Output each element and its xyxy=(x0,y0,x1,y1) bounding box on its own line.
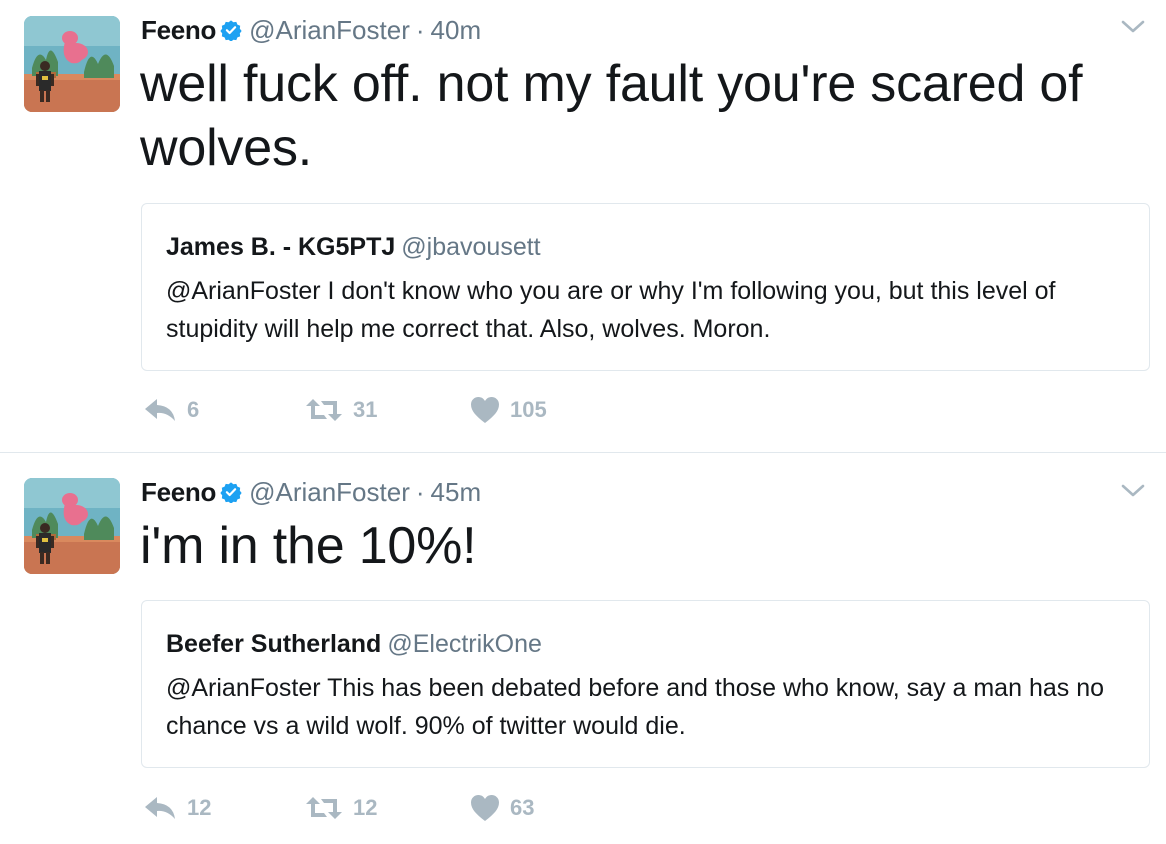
reply-count: 6 xyxy=(187,397,200,422)
quoted-tweet-text: @ArianFoster I don't know who you are or… xyxy=(166,277,1056,343)
tweet-timestamp[interactable]: 40m xyxy=(431,15,482,46)
reply-button[interactable]: 6 xyxy=(143,397,305,423)
quoted-tweet[interactable]: Beefer Sutherland @ElectrikOne @ArianFost… xyxy=(141,600,1150,768)
tweet-text: i'm in the 10%! xyxy=(140,517,477,575)
heart-icon xyxy=(470,396,500,424)
tweet-timestamp[interactable]: 45m xyxy=(431,477,482,508)
retweet-count: 12 xyxy=(353,795,378,820)
reply-icon xyxy=(143,397,177,423)
chevron-down-icon[interactable] xyxy=(1120,18,1146,36)
quoted-tweet[interactable]: James B. - KG5PTJ @jbavousett @ArianFoste… xyxy=(141,203,1150,371)
quoted-author-name: James B. - KG5PTJ xyxy=(166,233,396,261)
chevron-down-icon[interactable] xyxy=(1120,482,1146,500)
tweet-header: Feeno @ArianFoster · 40m xyxy=(141,14,481,46)
reply-count: 12 xyxy=(187,795,212,820)
retweet-button[interactable]: 12 xyxy=(305,795,470,821)
tweet[interactable]: Feeno @ArianFoster · 40m well fuck off. … xyxy=(0,0,1166,453)
heart-icon xyxy=(470,794,500,822)
tweet-actions: 6 31 105 xyxy=(143,396,547,424)
reply-button[interactable]: 12 xyxy=(143,795,305,821)
retweet-button[interactable]: 31 xyxy=(305,397,470,423)
avatar[interactable] xyxy=(24,478,120,574)
author-display-name[interactable]: Feeno xyxy=(141,15,216,46)
like-count: 105 xyxy=(510,397,547,422)
retweet-icon xyxy=(305,795,343,821)
quoted-tweet-text: @ArianFoster This has been debated befor… xyxy=(166,674,1105,740)
author-display-name[interactable]: Feeno xyxy=(141,477,216,508)
quoted-author-name: Beefer Sutherland xyxy=(166,630,382,658)
author-handle[interactable]: @ArianFoster xyxy=(249,477,410,508)
quoted-tweet-header: James B. - KG5PTJ @jbavousett xyxy=(166,232,1125,262)
verified-badge-icon xyxy=(220,481,242,503)
like-count: 63 xyxy=(510,795,535,820)
like-button[interactable]: 105 xyxy=(470,396,547,424)
author-handle[interactable]: @ArianFoster xyxy=(249,15,410,46)
retweet-count: 31 xyxy=(353,397,378,422)
like-button[interactable]: 63 xyxy=(470,794,534,822)
verified-badge-icon xyxy=(220,19,242,41)
quoted-author-handle: @ElectrikOne xyxy=(387,630,542,658)
quoted-tweet-header: Beefer Sutherland @ElectrikOne xyxy=(166,629,1125,659)
tweet-actions: 12 12 63 xyxy=(143,794,534,822)
avatar[interactable] xyxy=(24,16,120,112)
tweet-text: well fuck off. not my fault you're scare… xyxy=(140,55,1083,177)
reply-icon xyxy=(143,795,177,821)
tweet-header: Feeno @ArianFoster · 45m xyxy=(141,476,481,508)
retweet-icon xyxy=(305,397,343,423)
quoted-author-handle: @jbavousett xyxy=(401,233,541,261)
separator-dot: · xyxy=(415,14,425,45)
separator-dot: · xyxy=(415,476,425,507)
